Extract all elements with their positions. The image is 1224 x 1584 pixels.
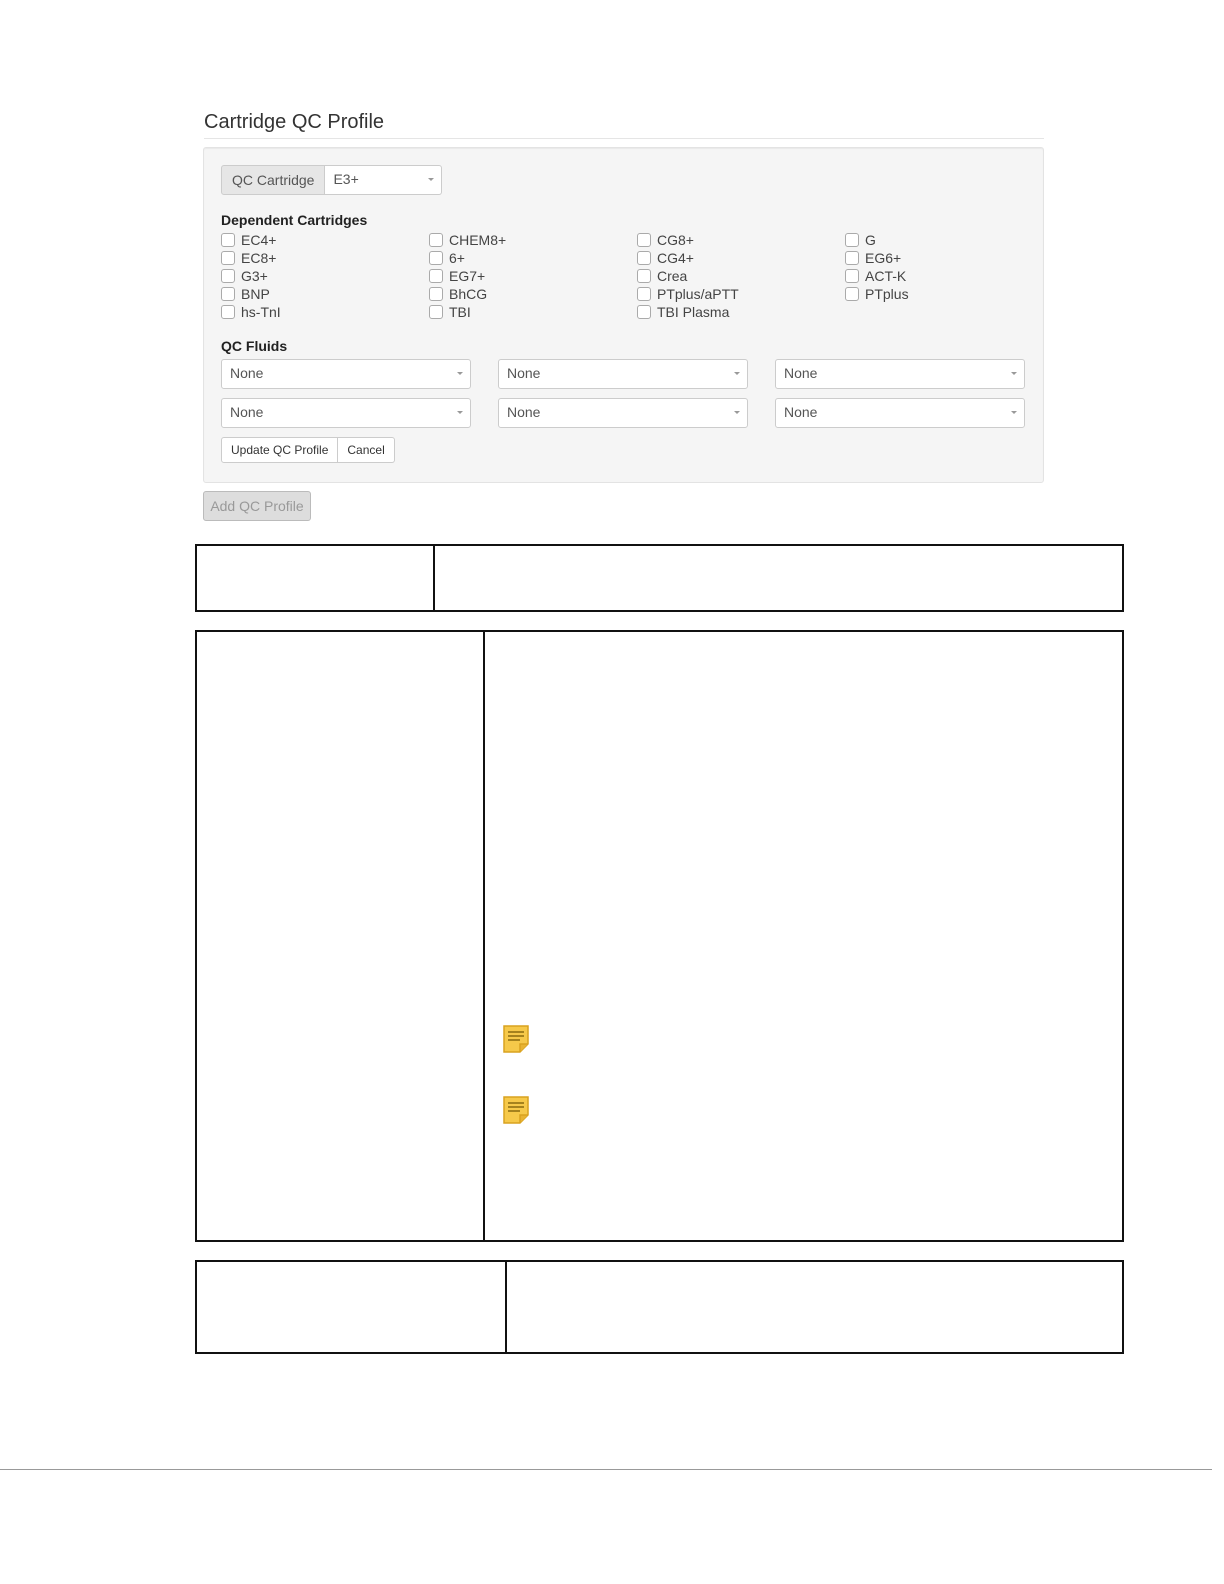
table-divider	[433, 546, 435, 610]
checkbox-label: EC4+	[241, 232, 277, 248]
checkbox-box[interactable]	[845, 233, 859, 247]
footer-rule	[0, 1469, 1212, 1470]
chevron-down-icon	[734, 411, 740, 414]
checkbox-g[interactable]: G	[845, 231, 876, 249]
table-divider	[483, 632, 485, 1240]
qc-cartridge-label: QC Cartridge	[221, 165, 326, 195]
checkbox-ec4[interactable]: EC4+	[221, 231, 276, 249]
checkbox-box[interactable]	[845, 287, 859, 301]
qc-fluid-value: None	[230, 365, 264, 381]
checkbox-box[interactable]	[637, 233, 651, 247]
checkbox-crea[interactable]: Crea	[637, 267, 687, 285]
checkbox-6[interactable]: 6+	[429, 249, 465, 267]
checkbox-bnp[interactable]: BNP	[221, 285, 270, 303]
checkbox-label: ACT-K	[865, 268, 907, 284]
qc-fluid-select-1[interactable]: None	[221, 359, 471, 389]
checkbox-label: TBI	[449, 304, 471, 320]
chevron-down-icon	[457, 372, 463, 375]
checkbox-box[interactable]	[221, 287, 235, 301]
checkbox-bhcg[interactable]: BhCG	[429, 285, 487, 303]
chevron-down-icon	[1011, 372, 1017, 375]
checkbox-ptplus-aptt[interactable]: PTplus/aPTT	[637, 285, 739, 303]
checkbox-label: CG8+	[657, 232, 694, 248]
checkbox-box[interactable]	[221, 305, 235, 319]
checkbox-eg7[interactable]: EG7+	[429, 267, 485, 285]
chevron-down-icon	[457, 411, 463, 414]
section-title: Cartridge QC Profile	[204, 111, 1044, 139]
checkbox-ec8[interactable]: EC8+	[221, 249, 276, 267]
checkbox-box[interactable]	[637, 287, 651, 301]
checkbox-label: BhCG	[449, 286, 488, 302]
dependent-cartridges-heading: Dependent Cartridges	[221, 212, 368, 228]
checkbox-ptplus[interactable]: PTplus	[845, 285, 909, 303]
doc-table-3	[195, 1260, 1124, 1354]
checkbox-box[interactable]	[429, 269, 443, 283]
checkbox-label: CHEM8+	[449, 232, 507, 248]
checkbox-label: EG7+	[449, 268, 486, 284]
chevron-down-icon	[428, 178, 435, 181]
qc-profile-actions: Update QC Profile Cancel	[221, 437, 395, 463]
qc-fluids-heading: QC Fluids	[221, 338, 288, 354]
add-qc-profile-button[interactable]: Add QC Profile	[203, 491, 311, 521]
checkbox-hs-tni[interactable]: hs-TnI	[221, 303, 281, 321]
checkbox-g3[interactable]: G3+	[221, 267, 268, 285]
checkbox-eg6[interactable]: EG6+	[845, 249, 901, 267]
qc-fluid-value: None	[507, 404, 541, 420]
checkbox-label: CG4+	[657, 250, 694, 266]
checkbox-box[interactable]	[429, 251, 443, 265]
note-icon	[503, 1096, 529, 1124]
qc-fluid-value: None	[507, 365, 541, 381]
checkbox-box[interactable]	[221, 251, 235, 265]
checkbox-tbi[interactable]: TBI	[429, 303, 471, 321]
checkbox-label: G	[865, 232, 876, 248]
qc-fluid-select-6[interactable]: None	[775, 398, 1025, 428]
doc-table-2	[195, 630, 1124, 1242]
doc-table-1	[195, 544, 1124, 612]
qc-cartridge-group: QC Cartridge E3+	[221, 165, 443, 195]
qc-fluid-select-3[interactable]: None	[775, 359, 1025, 389]
checkbox-box[interactable]	[845, 251, 859, 265]
checkbox-cg4[interactable]: CG4+	[637, 249, 694, 267]
qc-cartridge-select[interactable]: E3+	[325, 165, 443, 195]
checkbox-label: PTplus	[865, 286, 909, 302]
checkbox-box[interactable]	[637, 269, 651, 283]
checkbox-box[interactable]	[429, 233, 443, 247]
cancel-button[interactable]: Cancel	[338, 437, 395, 463]
checkbox-act-k[interactable]: ACT-K	[845, 267, 906, 285]
qc-fluid-value: None	[784, 404, 818, 420]
chevron-down-icon	[734, 372, 740, 375]
checkbox-box[interactable]	[845, 269, 859, 283]
checkbox-box[interactable]	[221, 269, 235, 283]
checkbox-label: TBI Plasma	[657, 304, 730, 320]
checkbox-label: Crea	[657, 268, 688, 284]
table-divider	[505, 1262, 507, 1352]
qc-fluid-value: None	[230, 404, 264, 420]
checkbox-box[interactable]	[429, 287, 443, 301]
checkbox-label: 6+	[449, 250, 465, 266]
checkbox-box[interactable]	[221, 233, 235, 247]
checkbox-chem8[interactable]: CHEM8+	[429, 231, 506, 249]
checkbox-label: G3+	[241, 268, 268, 284]
update-qc-profile-button[interactable]: Update QC Profile	[221, 437, 339, 463]
checkbox-box[interactable]	[637, 305, 651, 319]
checkbox-label: PTplus/aPTT	[657, 286, 739, 302]
checkbox-label: BNP	[241, 286, 270, 302]
checkbox-box[interactable]	[637, 251, 651, 265]
checkbox-label: EG6+	[865, 250, 902, 266]
qc-fluid-value: None	[784, 365, 818, 381]
checkbox-box[interactable]	[429, 305, 443, 319]
checkbox-cg8[interactable]: CG8+	[637, 231, 694, 249]
checkbox-tbi-plasma[interactable]: TBI Plasma	[637, 303, 729, 321]
note-icon	[503, 1025, 529, 1053]
chevron-down-icon	[1011, 411, 1017, 414]
qc-cartridge-value: E3+	[333, 171, 359, 187]
checkbox-label: hs-TnI	[241, 304, 281, 320]
checkbox-label: EC8+	[241, 250, 277, 266]
qc-fluid-select-5[interactable]: None	[498, 398, 748, 428]
qc-fluid-select-4[interactable]: None	[221, 398, 471, 428]
qc-profile-panel: QC Cartridge E3+ Dependent Cartridges EC…	[203, 147, 1044, 483]
qc-fluid-select-2[interactable]: None	[498, 359, 748, 389]
